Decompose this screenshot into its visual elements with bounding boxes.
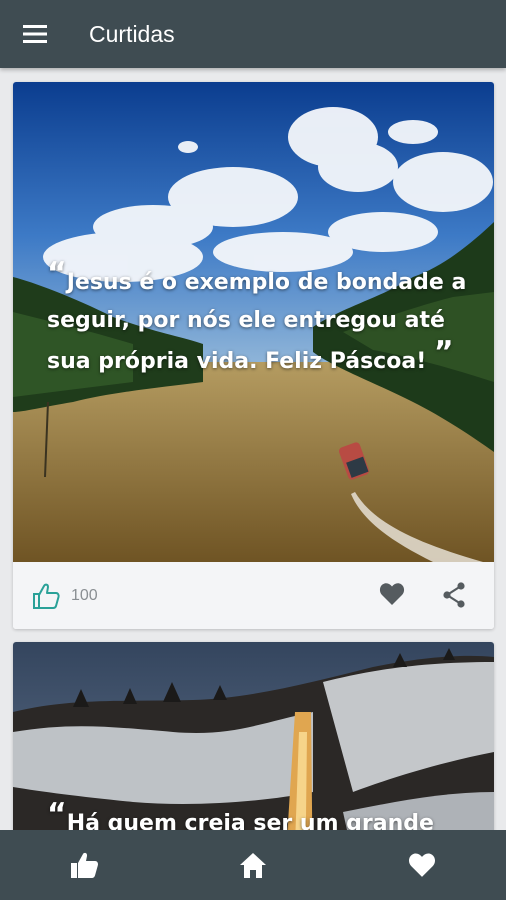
heart-icon [379, 583, 405, 605]
quote-text: “Há quem creia ser um grande [47, 797, 434, 830]
thumbs-up-icon [33, 583, 60, 609]
close-quote-mark: ” [433, 335, 454, 370]
nav-liked[interactable] [34, 830, 134, 900]
menu-icon [23, 25, 47, 43]
open-quote-mark: “ [47, 256, 67, 291]
like-count: 100 [71, 586, 98, 604]
page-title: Curtidas [89, 20, 175, 47]
share-icon [443, 582, 465, 608]
liked-feed[interactable]: “Jesus é o exemplo de bondade a seguir, … [0, 68, 506, 830]
nav-home[interactable] [203, 830, 303, 900]
quote-text: “Jesus é o exemplo de bondade a seguir, … [47, 256, 467, 374]
bottom-navigation [0, 830, 506, 900]
quote-card: “Jesus é o exemplo de bondade a seguir, … [13, 82, 494, 629]
nav-favorites[interactable] [372, 830, 472, 900]
favorite-button[interactable] [379, 582, 405, 611]
thumbs-up-icon [71, 852, 99, 878]
home-icon [239, 853, 266, 878]
menu-button[interactable] [0, 0, 70, 68]
like-button[interactable]: 100 [31, 582, 98, 610]
quote-card: “Há quem creia ser um grande [13, 642, 494, 830]
open-quote-mark: “ [47, 797, 67, 830]
card-actions: 100 [13, 562, 494, 629]
share-button[interactable] [442, 582, 466, 613]
app-bar: Curtidas [0, 0, 506, 68]
heart-icon [408, 853, 435, 877]
